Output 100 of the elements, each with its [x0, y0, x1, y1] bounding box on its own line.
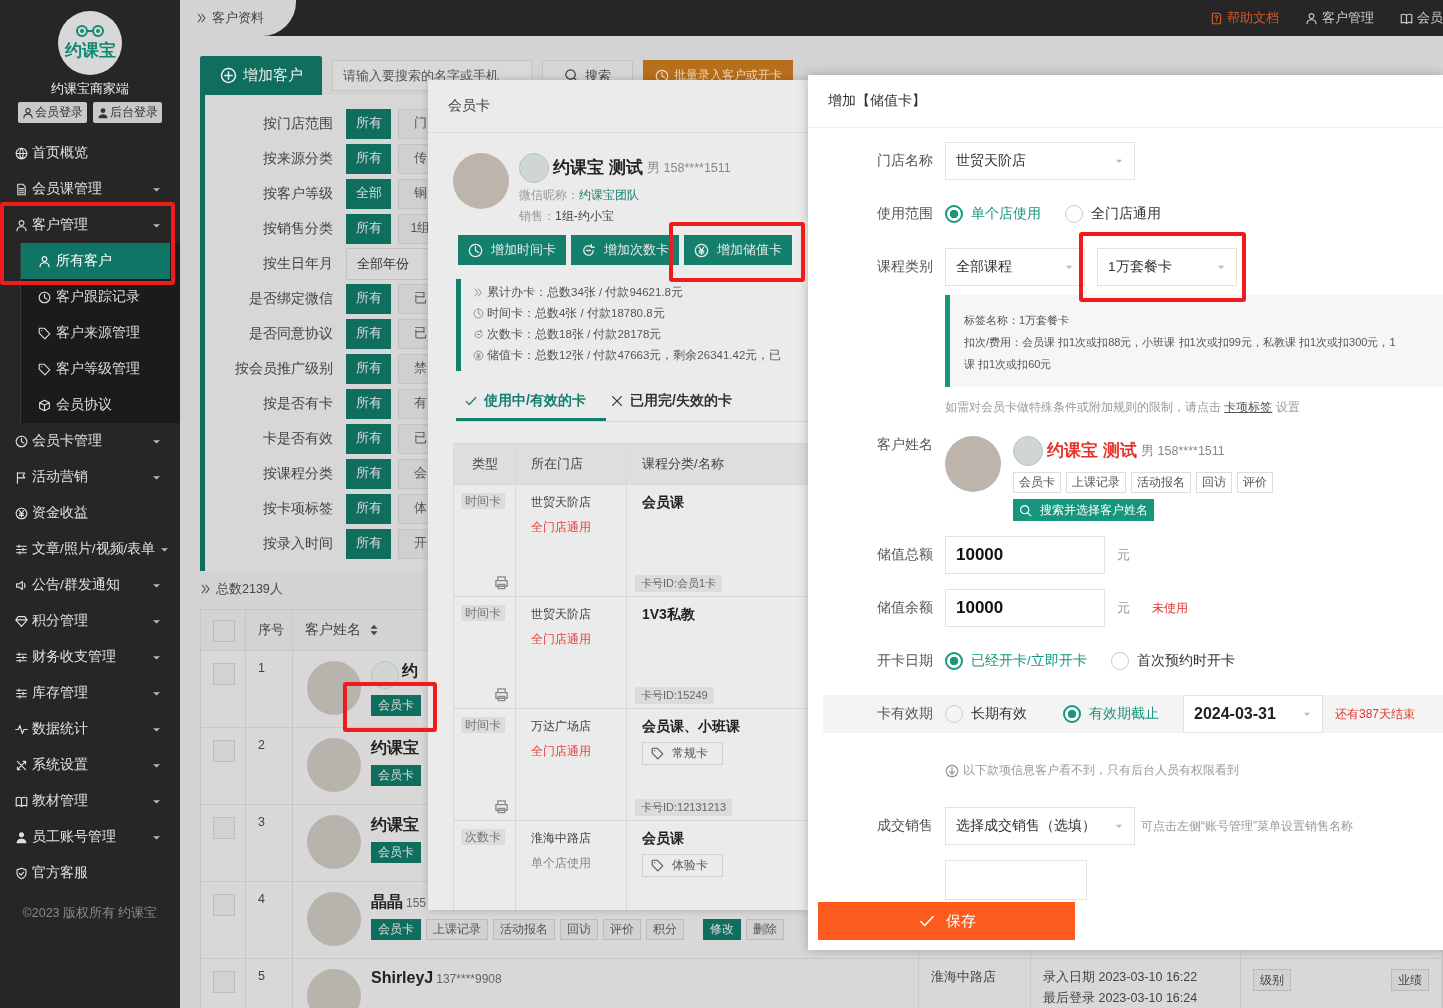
- row-action-button[interactable]: 上课记录: [426, 919, 488, 940]
- filter-chip[interactable]: 所有: [346, 283, 391, 314]
- row-action-button[interactable]: 积分: [646, 919, 684, 940]
- login-button[interactable]: 会员登录: [18, 102, 87, 123]
- sidebar-item[interactable]: 客户管理: [0, 207, 180, 243]
- sidebar-subitem[interactable]: 所有客户: [21, 243, 170, 279]
- radio-option[interactable]: 已经开卡/立即开卡: [945, 652, 1087, 670]
- tag-button[interactable]: 上课记录: [1066, 472, 1126, 493]
- card-tag-link[interactable]: 卡项标签: [1224, 400, 1273, 414]
- sidebar-item[interactable]: 会员卡管理: [0, 423, 180, 459]
- course-select[interactable]: 全部课程: [945, 248, 1085, 286]
- checkbox[interactable]: [213, 663, 235, 685]
- card-type: 时间卡: [461, 605, 505, 621]
- sidebar-item[interactable]: 财务收支管理: [0, 639, 180, 675]
- sidebar-item[interactable]: 文章/照片/视频/表单: [0, 531, 180, 567]
- filter-chip[interactable]: 所有: [346, 458, 391, 489]
- top-link[interactable]: 会员: [1400, 9, 1443, 27]
- radio-option[interactable]: 长期有效: [945, 705, 1027, 723]
- select-customer-button[interactable]: 搜索并选择客户姓名: [1013, 499, 1154, 521]
- row-action-button[interactable]: 回访: [560, 919, 598, 940]
- top-link[interactable]: 客户管理: [1305, 9, 1374, 27]
- stats-line: 储值卡：总数12张 / 付款47663元，剩余26341.42元，已: [487, 348, 782, 363]
- sidebar-item[interactable]: 会员课管理: [0, 171, 180, 207]
- tag-button[interactable]: 业绩: [1391, 969, 1429, 991]
- checkbox[interactable]: [213, 620, 235, 642]
- add-card-button[interactable]: 增加次数卡: [571, 235, 679, 265]
- filter-chip[interactable]: 所有: [346, 213, 391, 244]
- add-card-button[interactable]: 增加储值卡: [684, 235, 792, 265]
- speaker-icon: [15, 578, 28, 592]
- sidebar-item[interactable]: 库存管理: [0, 675, 180, 711]
- sidebar-item[interactable]: 教材管理: [0, 783, 180, 819]
- store-select[interactable]: 世贸天阶店: [945, 142, 1135, 180]
- filter-chip[interactable]: 所有: [346, 528, 391, 559]
- top-link[interactable]: 帮助文档: [1210, 9, 1279, 27]
- amount-field[interactable]: 10000: [945, 536, 1105, 574]
- radio-option[interactable]: 首次预约时开卡: [1110, 652, 1235, 670]
- sidebar-item[interactable]: 积分管理: [0, 603, 180, 639]
- checkbox[interactable]: [213, 740, 235, 762]
- filter-chip[interactable]: 所有: [346, 143, 391, 174]
- sidebar-item[interactable]: 活动营销: [0, 459, 180, 495]
- filter-chip[interactable]: 所有: [346, 493, 391, 524]
- row-action-button[interactable]: 评价: [603, 919, 641, 940]
- card-type: 时间卡: [461, 717, 505, 733]
- filter-chip[interactable]: 所有: [346, 108, 391, 139]
- sidebar-item[interactable]: 数据统计: [0, 711, 180, 747]
- clock-icon: [15, 434, 28, 448]
- filter-chip[interactable]: 所有: [346, 353, 391, 384]
- print-icon: [494, 799, 509, 814]
- card-id: 卡号ID:15249: [635, 687, 714, 704]
- row-action-button[interactable]: 会员卡: [371, 842, 421, 863]
- filter-chip[interactable]: 所有: [346, 388, 391, 419]
- radio-option[interactable]: 全门店通用: [1065, 205, 1161, 223]
- sidebar-item[interactable]: 系统设置: [0, 747, 180, 783]
- sales-select[interactable]: 选择成交销售（选填）: [945, 807, 1135, 845]
- tag-button[interactable]: 会员卡: [1013, 472, 1061, 493]
- sidebar-item[interactable]: 资金收益: [0, 495, 180, 531]
- sidebar-subitem[interactable]: 客户等级管理: [21, 351, 170, 387]
- row-action-button[interactable]: 会员卡: [371, 919, 421, 940]
- row-number: 4: [246, 882, 293, 958]
- row-action-button[interactable]: 活动报名: [493, 919, 555, 940]
- tag-button[interactable]: 活动报名: [1131, 472, 1191, 493]
- sidebar-item[interactable]: 首页概览: [0, 135, 180, 171]
- tag-button[interactable]: 回访: [1196, 472, 1232, 493]
- tag-button[interactable]: 级别: [1253, 969, 1291, 991]
- filter-chip[interactable]: 所有: [346, 318, 391, 349]
- add-card-button[interactable]: 增加时间卡: [458, 235, 566, 265]
- tab[interactable]: 使用中/有效的卡: [456, 383, 606, 421]
- radio-option[interactable]: 有效期截止: [1063, 705, 1159, 723]
- tab[interactable]: 已用完/失效的卡: [606, 383, 748, 421]
- input-field[interactable]: [945, 860, 1087, 900]
- filter-chip[interactable]: 所有: [346, 423, 391, 454]
- save-button[interactable]: 保存: [818, 902, 1075, 940]
- sidebar-subitem[interactable]: 客户来源管理: [21, 315, 170, 351]
- amount-field[interactable]: 10000: [945, 589, 1105, 627]
- row-action-button[interactable]: 会员卡: [371, 765, 421, 786]
- course-select[interactable]: 1万套餐卡: [1097, 248, 1237, 286]
- checkbox[interactable]: [213, 894, 235, 916]
- checkbox[interactable]: [213, 817, 235, 839]
- store-name: 世贸天阶店: [531, 494, 592, 511]
- tag-button[interactable]: 评价: [1237, 472, 1273, 493]
- filter-chip[interactable]: 全部: [346, 178, 391, 209]
- sidebar-item[interactable]: 公告/群发通知: [0, 567, 180, 603]
- checkbox[interactable]: [213, 971, 235, 993]
- row-action-button[interactable]: 删除: [746, 919, 784, 940]
- radio-button[interactable]: [945, 205, 963, 223]
- radio-option[interactable]: 单个店使用: [945, 205, 1041, 223]
- sidebar-item[interactable]: 员工账号管理: [0, 819, 180, 855]
- field-label: 客户姓名: [876, 436, 933, 454]
- sidebar-subitem[interactable]: 会员协议: [21, 387, 170, 423]
- row-action-button[interactable]: 会员卡: [371, 695, 421, 716]
- sidebar-item[interactable]: 官方客服: [0, 855, 180, 891]
- store-name: 世贸天阶店: [531, 606, 592, 623]
- login-button[interactable]: 后台登录: [93, 102, 162, 123]
- sidebar-subitem[interactable]: 客户跟踪记录: [21, 279, 170, 315]
- radio-button[interactable]: [1063, 705, 1081, 723]
- customer-name: 晶晶: [371, 892, 403, 912]
- date-picker[interactable]: 2024-03-31: [1183, 695, 1323, 733]
- add-customer-button[interactable]: 增加客户: [200, 56, 322, 95]
- row-action-button[interactable]: 修改: [703, 919, 741, 940]
- radio-button[interactable]: [945, 652, 963, 670]
